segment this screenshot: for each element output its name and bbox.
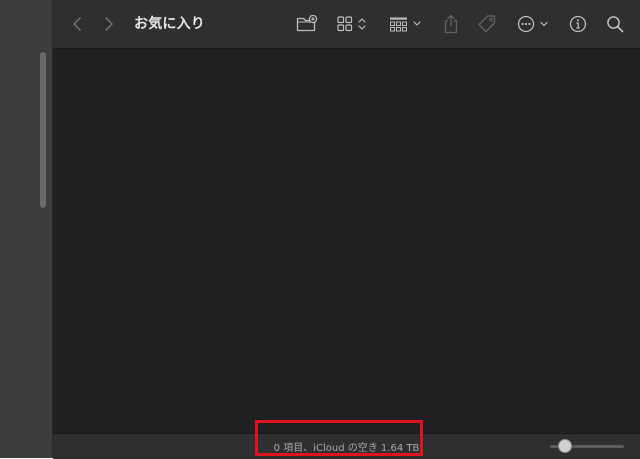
search-icon — [606, 15, 624, 33]
view-mode-button[interactable] — [336, 12, 370, 36]
tag-button[interactable] — [475, 12, 499, 36]
window-title: お気に入り — [134, 16, 205, 32]
finder-window-frame: お気に入り 0 項目、iCloud の空き 1.64 TB — [0, 0, 640, 459]
more-actions-button[interactable] — [516, 12, 552, 36]
highlight-box — [255, 420, 423, 456]
tag-icon — [477, 14, 497, 34]
group-button[interactable] — [388, 12, 424, 36]
sidebar-scrollbar[interactable] — [40, 52, 46, 208]
chevron-left-icon — [71, 16, 83, 32]
sidebar — [0, 0, 52, 458]
grid-view-icon — [337, 16, 369, 32]
search-button[interactable] — [604, 12, 626, 36]
forward-button[interactable] — [99, 12, 119, 36]
info-icon — [569, 15, 587, 33]
share-button[interactable] — [441, 12, 461, 36]
ellipsis-circle-icon — [517, 15, 551, 33]
icon-size-slider-knob[interactable] — [557, 439, 572, 453]
toolbar: お気に入り — [53, 0, 640, 49]
share-icon — [443, 14, 459, 34]
back-button[interactable] — [67, 12, 87, 36]
info-button[interactable] — [567, 12, 589, 36]
chevron-right-icon — [103, 16, 115, 32]
finder-window: お気に入り 0 項目、iCloud の空き 1.64 TB — [53, 0, 640, 459]
folder-plus-icon — [296, 15, 318, 33]
status-bar: 0 項目、iCloud の空き 1.64 TB — [53, 420, 640, 459]
group-icon — [389, 16, 423, 32]
file-list-area[interactable] — [53, 49, 640, 433]
new-folder-button[interactable] — [295, 12, 319, 36]
